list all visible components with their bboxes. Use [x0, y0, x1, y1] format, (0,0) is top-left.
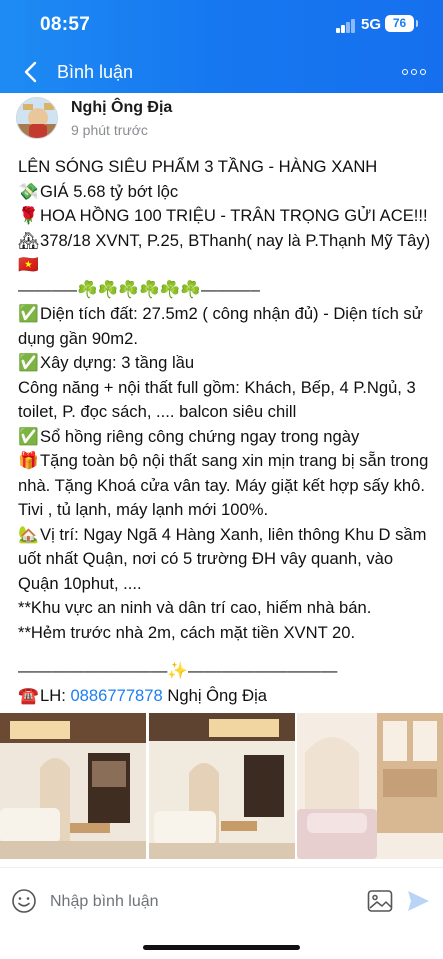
post-line: ✅Sổ hồng riêng công chứng ngay trong ngà… [18, 425, 433, 450]
post-line: 🏘378/18 XVNT, P.25, BThanh( nay là P.Thạ… [18, 230, 431, 275]
top-header: 08:57 5G 76 Bình luận [0, 0, 443, 93]
phone-link[interactable]: 0886777878 [70, 686, 162, 705]
post-time: 9 phút trước [71, 122, 148, 138]
check-icon: ✅ [18, 426, 39, 446]
post-line: **Hẻm trước nhà 2m, cách mặt tiền XVNT 2… [18, 622, 356, 642]
network-type: 5G [361, 16, 382, 33]
photo-strip [0, 713, 443, 859]
back-icon[interactable] [21, 60, 41, 84]
post-line: 🌹HOA HỒNG 100 TRIỆU - TRÂN TRỌNG GỬI ACE… [18, 204, 433, 229]
image-icon[interactable] [367, 889, 393, 913]
post-line: **Khu vực an ninh và dân trí cao, hiếm n… [18, 598, 372, 617]
post-line: ✅Xây dựng: 3 tầng lầu [18, 351, 433, 376]
sparkle-icon: ✨ [167, 661, 189, 680]
battery-icon: 76 [385, 15, 418, 32]
post-line: 🏡Vị trí: Ngay Ngã 4 Hàng Xanh, liên thôn… [18, 524, 427, 593]
telephone-icon: ☎️ [18, 685, 39, 705]
rose-icon: 🌹 [18, 206, 39, 225]
clover-icon: ☘️☘️☘️☘️☘️☘️ [77, 279, 201, 299]
post-line: 💸GIÁ 5.68 tỷ bớt lộc [18, 180, 433, 205]
check-icon: ✅ [18, 353, 39, 372]
post-line: 🎁Tặng toàn bộ nội thất sang xin mịn tran… [18, 451, 429, 519]
status-time: 08:57 [40, 14, 91, 35]
author-name[interactable]: Nghị Ông Địa [71, 99, 172, 117]
page-title: Bình luận [57, 62, 134, 82]
more-options-icon[interactable] [402, 62, 428, 82]
author-avatar[interactable] [16, 97, 58, 139]
post-line: Công năng + nội thất full gồm: Khách, Bế… [18, 377, 416, 422]
contact-line: ☎️LH: 0886777878 Nghị Ông Địa [18, 684, 433, 709]
post-content: LÊN SÓNG SIÊU PHẨM 3 TẦNG - HÀNG XANH 💸G… [18, 155, 433, 708]
money-icon: 💸 [18, 181, 39, 201]
post-line: ✅Diện tích đất: 27.5m2 ( công nhận đủ) -… [18, 304, 423, 348]
vietnam-flag-icon: 🇻🇳 [18, 255, 39, 274]
cellular-signal-icon [336, 19, 356, 33]
divider: ———–☘️☘️☘️☘️☘️☘️———– [18, 279, 260, 299]
send-icon[interactable] [405, 888, 431, 914]
gift-icon: 🎁 [18, 451, 39, 470]
smiley-icon[interactable] [11, 888, 37, 914]
post-line: LÊN SÓNG SIÊU PHẨM 3 TẦNG - HÀNG XANH [18, 157, 378, 176]
home-indicator [143, 945, 300, 950]
status-bar: 08:57 5G 76 [0, 0, 443, 48]
check-icon: ✅ [18, 304, 39, 323]
post-photo-1[interactable] [0, 713, 146, 859]
post-photo-2[interactable] [149, 713, 295, 859]
comment-input[interactable] [50, 889, 340, 915]
post-photo-3[interactable] [297, 713, 443, 859]
houses-icon: 🏘 [18, 230, 40, 250]
divider: —————————✨————————— [18, 661, 338, 680]
house-icon: 🏡 [18, 524, 39, 544]
